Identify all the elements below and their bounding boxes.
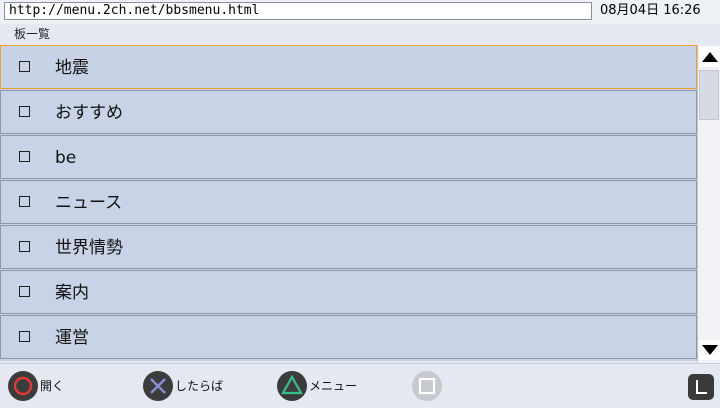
checkbox-icon[interactable] (19, 106, 30, 117)
board-list: 地震 おすすめ be ニュース 世界情勢 案内 運営 (0, 45, 697, 361)
list-item-label: 世界情勢 (55, 238, 123, 258)
checkbox-icon[interactable] (19, 196, 30, 207)
list-item[interactable]: ニュース (0, 180, 697, 224)
list-item[interactable]: 世界情勢 (0, 225, 697, 269)
section-title: 板一覧 (14, 27, 51, 41)
list-item-label: 運営 (55, 328, 89, 348)
menu-label: メニュー (309, 379, 358, 393)
checkbox-icon[interactable] (19, 241, 30, 252)
top-bar: http://menu.2ch.net/bbsmenu.html 08月04日 … (0, 0, 720, 24)
list-item-label: 地震 (55, 58, 89, 78)
shitaraba-label: したらば (175, 379, 224, 393)
arrow-up-icon (702, 52, 718, 62)
scroll-thumb[interactable] (699, 70, 719, 120)
checkbox-icon[interactable] (19, 286, 30, 297)
list-item[interactable]: 運営 (0, 315, 697, 359)
address-bar[interactable]: http://menu.2ch.net/bbsmenu.html (4, 2, 592, 20)
square-button-icon[interactable] (412, 371, 442, 401)
clock: 08月04日 16:26 (600, 3, 701, 18)
list-item-label: ニュース (55, 193, 123, 213)
list-item-label: おすすめ (55, 103, 123, 123)
list-item[interactable]: 案内 (0, 270, 697, 314)
list-item[interactable]: be (0, 135, 697, 179)
triangle-button-icon[interactable] (277, 371, 307, 401)
cross-button-icon[interactable] (143, 371, 173, 401)
checkbox-icon[interactable] (19, 61, 30, 72)
circle-button-icon[interactable] (8, 371, 38, 401)
vertical-scrollbar[interactable] (697, 45, 720, 363)
arrow-down-icon (702, 345, 718, 355)
checkbox-icon[interactable] (19, 331, 30, 342)
list-item-label: be (55, 148, 77, 168)
scroll-up-button[interactable] (699, 47, 720, 67)
list-item[interactable]: 地震 (0, 45, 697, 89)
list-item-label: 案内 (55, 283, 89, 303)
checkbox-icon[interactable] (19, 151, 30, 162)
open-label: 開く (40, 379, 65, 393)
bottom-bar: 開く したらば メニュー (0, 363, 720, 408)
l-button-icon[interactable] (688, 374, 714, 400)
list-item[interactable]: おすすめ (0, 90, 697, 134)
scroll-down-button[interactable] (699, 340, 720, 360)
